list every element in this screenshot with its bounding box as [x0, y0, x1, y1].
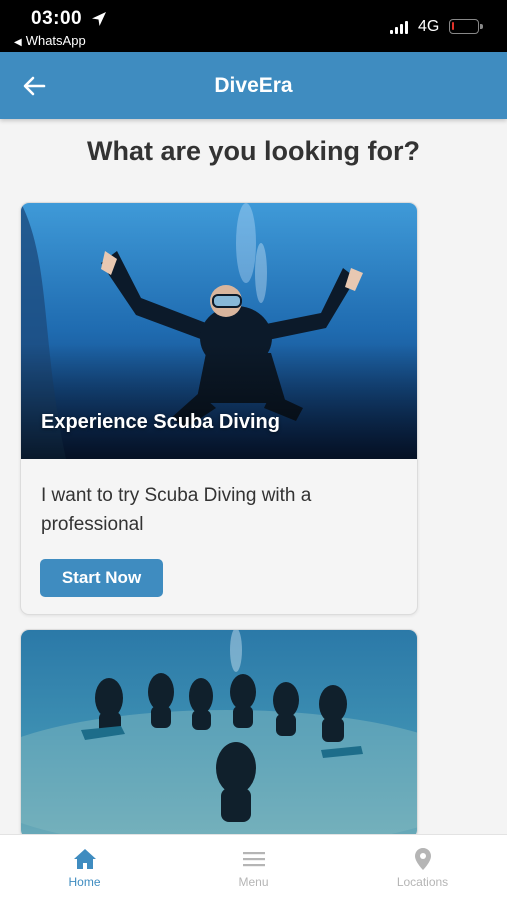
nav-locations[interactable]: Locations — [338, 835, 507, 900]
group-dive-card[interactable] — [20, 629, 418, 839]
nav-menu-label: Menu — [238, 875, 269, 889]
nav-menu[interactable]: Menu — [169, 835, 338, 900]
nav-locations-label: Locations — [396, 875, 449, 889]
nav-home[interactable]: Home — [0, 835, 169, 900]
back-app-label: WhatsApp — [25, 33, 86, 48]
nav-home-label: Home — [68, 875, 101, 889]
menu-icon — [243, 852, 265, 867]
app-title: DiveEra — [214, 74, 293, 97]
battery-icon — [449, 19, 483, 34]
back-triangle-icon: ◀ — [14, 37, 22, 48]
home-icon — [74, 849, 96, 869]
signal-icon — [390, 21, 410, 34]
page-heading: What are you looking for? — [86, 136, 420, 166]
status-time: 03:00 — [31, 8, 83, 29]
app-header: DiveEra — [0, 52, 507, 119]
back-to-app-link[interactable]: ◀ WhatsApp — [14, 33, 86, 48]
bottom-nav: Home Menu Locations — [0, 834, 507, 900]
card-image-title: Experience Scuba Diving — [41, 411, 280, 433]
experience-card[interactable]: Experience Scuba Diving I want to try Sc… — [20, 202, 418, 615]
start-now-button[interactable]: Start Now — [40, 559, 163, 597]
location-pin-icon — [415, 848, 431, 870]
network-type: 4G — [418, 18, 440, 35]
status-bar: 03:00 ◀ WhatsApp 4G — [0, 0, 507, 52]
location-arrow-icon — [92, 12, 106, 26]
battery-level — [452, 22, 454, 30]
card-description: I want to try Scuba Diving with a profes… — [41, 485, 312, 535]
group-divers-image — [21, 630, 417, 838]
